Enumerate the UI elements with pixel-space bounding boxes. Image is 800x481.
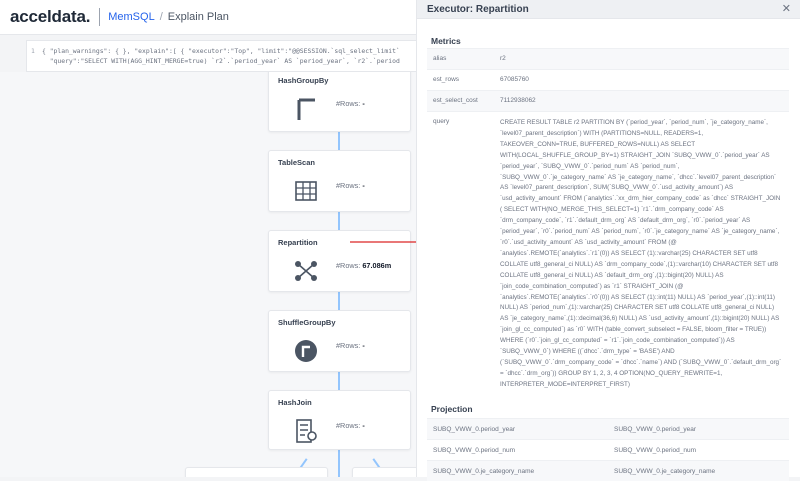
plan-node-hashgroupby[interactable]: HashGroupBy #Rows: - (268, 72, 411, 132)
node-title: HashJoin (278, 398, 312, 407)
json-preview[interactable]: 1 { "plan_warnings": { }, "explain":[ { … (26, 40, 421, 72)
plan-node-child-right[interactable] (352, 467, 416, 477)
metric-key: est_rows (433, 76, 460, 83)
metrics-heading: Metrics (431, 36, 461, 46)
table-icon (293, 178, 319, 204)
panel-title: Executor: Repartition (427, 4, 529, 15)
projection-row: SUBQ_VWW_0.period_year SUBQ_VWW_0.period… (427, 418, 789, 439)
plan-edge (338, 290, 340, 310)
node-title: ShuffleGroupBy (278, 318, 336, 327)
hashgroupby-icon (293, 96, 319, 122)
node-title: Repartition (278, 238, 318, 247)
plan-edge (338, 448, 340, 477)
node-rows: #Rows: - (336, 99, 365, 108)
plan-edge (338, 370, 340, 390)
repartition-icon (293, 258, 319, 284)
hashjoin-icon (293, 418, 319, 444)
projection-cell: SUBQ_VWW_0.je_category_name (614, 467, 716, 475)
metric-key: alias (433, 55, 447, 62)
projection-cell: SUBQ_VWW_0.je_category_name (433, 467, 535, 475)
close-icon[interactable]: ✕ (782, 2, 791, 15)
plan-edge (338, 130, 340, 150)
plan-canvas[interactable]: HashGroupBy #Rows: - TableScan #Rows: - … (0, 72, 416, 477)
panel-header: Executor: Repartition ✕ (417, 0, 800, 19)
metric-key: est_select_cost (433, 97, 478, 104)
projection-heading: Projection (431, 404, 473, 414)
plan-node-tablescan[interactable]: TableScan #Rows: - (268, 150, 411, 212)
json-line: { "plan_warnings": { }, "explain":[ { "e… (42, 47, 400, 55)
breadcrumb-divider: / (159, 11, 163, 23)
executor-detail-panel: Executor: Repartition ✕ Metrics alias r2… (416, 0, 800, 481)
metric-row: alias r2 (427, 48, 789, 69)
line-number: 1 (31, 47, 35, 55)
shufflegroupby-icon (293, 338, 319, 364)
plan-node-child-left[interactable] (185, 467, 328, 477)
metric-value: 7112938062 (500, 97, 536, 104)
projection-cell: SUBQ_VWW_0.period_num (433, 446, 516, 454)
breadcrumb-current: Explain Plan (167, 11, 229, 23)
query-text: CREATE RESULT TABLE r2 PARTITION BY (`pe… (500, 119, 782, 388)
top-bar: acceldata. MemSQL / Explain Plan (0, 0, 416, 35)
divider (99, 8, 101, 26)
projection-row: SUBQ_VWW_0.je_category_name SUBQ_VWW_0.j… (427, 460, 789, 481)
projection-cell: SUBQ_VWW_0.period_num (614, 446, 697, 454)
metric-row: est_rows 67085760 (427, 69, 789, 90)
node-rows: #Rows: - (336, 181, 365, 190)
projection-cell: SUBQ_VWW_0.period_year (614, 425, 697, 433)
metrics-table: alias r2 est_rows 67085760 est_select_co… (427, 48, 789, 414)
node-rows: #Rows: 67.086m (336, 261, 392, 270)
node-rows: #Rows: - (336, 421, 365, 430)
projection-cell: SUBQ_VWW_0.period_year (433, 425, 516, 433)
metric-row-query: query CREATE RESULT TABLE r2 PARTITION B… (427, 111, 789, 414)
breadcrumb-root-link[interactable]: MemSQL (108, 11, 154, 23)
node-title: HashGroupBy (278, 76, 329, 85)
projection-table: SUBQ_VWW_0.period_year SUBQ_VWW_0.period… (427, 418, 789, 481)
plan-node-hashjoin[interactable]: HashJoin #Rows: - (268, 390, 411, 450)
metric-row: est_select_cost 7112938062 (427, 90, 789, 111)
node-rows: #Rows: - (336, 341, 365, 350)
plan-edge (338, 210, 340, 230)
metric-key: query (433, 118, 450, 125)
metric-value: r2 (500, 55, 506, 62)
json-line: "query":"SELECT WITH(AGG_HINT_MERGE=true… (42, 57, 400, 65)
plan-node-shufflegroupby[interactable]: ShuffleGroupBy #Rows: - (268, 310, 411, 372)
node-title: TableScan (278, 158, 315, 167)
projection-row: SUBQ_VWW_0.period_num SUBQ_VWW_0.period_… (427, 439, 789, 460)
brand-logo[interactable]: acceldata. (10, 7, 90, 27)
metric-value: 67085760 (500, 76, 529, 83)
